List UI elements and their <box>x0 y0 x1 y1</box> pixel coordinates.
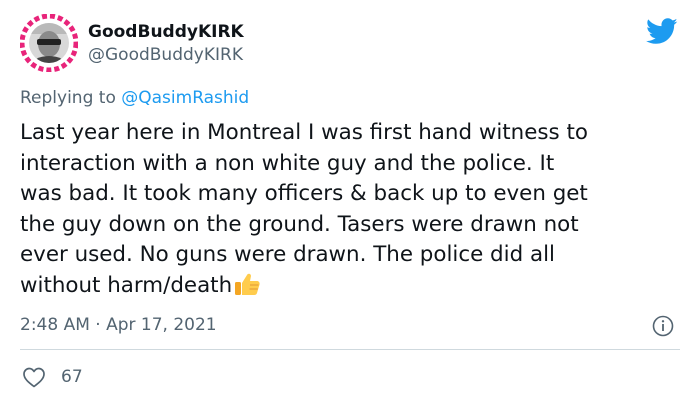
mention-link[interactable]: @QasimRashid <box>121 88 249 108</box>
tweet-line: the guy down on the ground. Tasers were … <box>20 211 579 237</box>
twitter-bird-icon[interactable] <box>646 18 678 45</box>
tweet-line: ever used. No guns were drawn. The polic… <box>20 242 555 267</box>
replying-to: Replying to @QasimRashid <box>20 88 249 108</box>
tweet-line: interaction with a non white guy and the… <box>20 150 555 176</box>
thumbs-up-icon <box>235 273 260 295</box>
tweet-last-line: without harm/death <box>20 271 685 302</box>
tweet-line: was bad. It took many officers & back up… <box>20 181 588 206</box>
user-handle[interactable]: @GoodBuddyKIRK <box>88 45 243 65</box>
tweet-line: Last year here in Montreal I was first h… <box>20 120 588 145</box>
tweet-line: without harm/death <box>20 272 233 298</box>
divider <box>20 349 680 350</box>
tweet-timestamp[interactable]: 2:48 AM · Apr 17, 2021 <box>20 315 217 335</box>
info-icon[interactable] <box>651 314 675 338</box>
tweet-text: Last year here in Montreal I was first h… <box>20 118 685 301</box>
display-name[interactable]: GoodBuddyKIRK <box>88 22 244 42</box>
like-count: 67 <box>61 367 83 387</box>
avatar[interactable] <box>20 14 78 72</box>
tweet-card: GoodBuddyKIRK @GoodBuddyKIRK Replying to… <box>0 0 700 403</box>
heart-icon[interactable] <box>22 366 46 388</box>
replying-prefix: Replying to <box>20 88 122 108</box>
